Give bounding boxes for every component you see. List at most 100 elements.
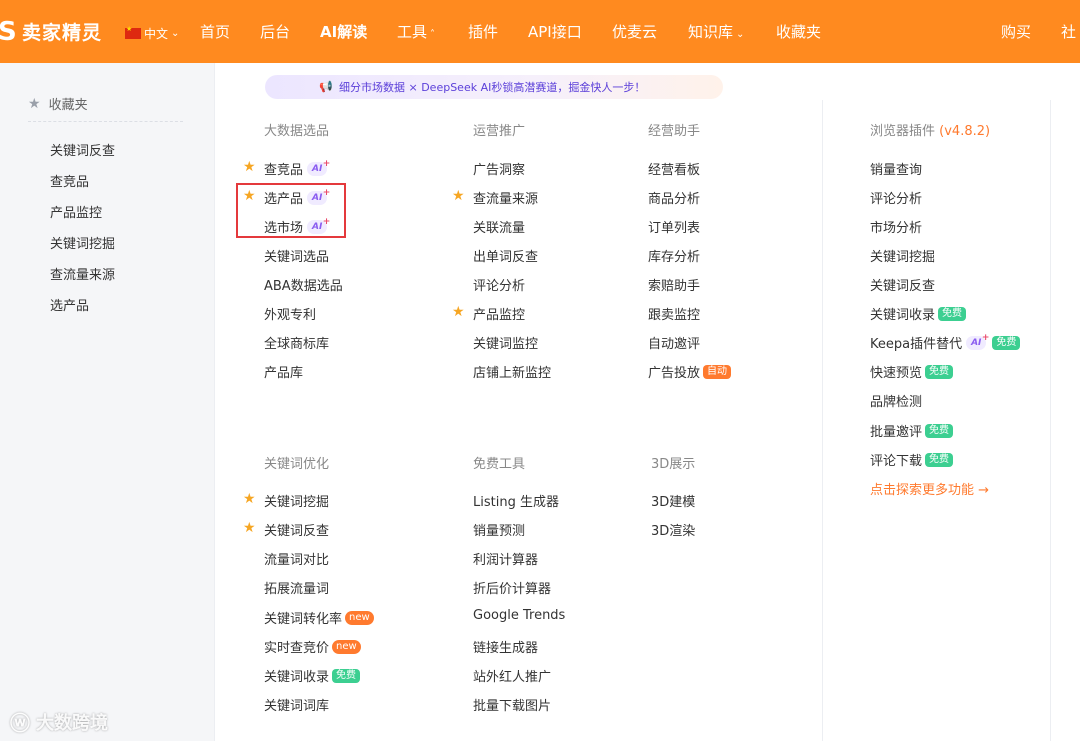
menu-item-review-analysis[interactable]: 评论分析 bbox=[473, 275, 525, 294]
menu-item-review-analysis[interactable]: 评论分析 bbox=[870, 188, 922, 207]
menu-item-label: 关键词反查 bbox=[870, 279, 936, 294]
sidebar-item-product-monitor[interactable]: 产品监控 bbox=[50, 202, 102, 221]
menu-item-keyword-select[interactable]: 关键词选品 bbox=[264, 246, 329, 265]
menu-item-label: 评论下载 bbox=[870, 454, 923, 469]
menu-item-traffic-compare[interactable]: 流量词对比 bbox=[264, 549, 329, 568]
menu-item-design-patent[interactable]: 外观专利 bbox=[264, 304, 316, 323]
menu-item-quick-preview[interactable]: 快速预览 免费 bbox=[870, 362, 954, 381]
menu-item-product-library[interactable]: 产品库 bbox=[264, 362, 303, 381]
chevron-down-icon: ⌄ bbox=[736, 29, 745, 40]
nav-api[interactable]: API接口 bbox=[528, 21, 582, 42]
menu-item-keyword-mining[interactable]: 关键词挖掘 bbox=[870, 246, 935, 265]
nav-buy[interactable]: 购买 bbox=[1001, 21, 1031, 42]
nav-plugins[interactable]: 插件 bbox=[468, 21, 498, 42]
menu-item-influencer[interactable]: 站外红人推广 bbox=[473, 666, 551, 685]
menu-item-label: 广告投放 bbox=[648, 366, 701, 381]
menu-item-keyword-index[interactable]: 关键词收录 免费 bbox=[264, 666, 361, 685]
menu-item-keyword-index[interactable]: 关键词收录 免费 bbox=[870, 304, 967, 323]
sidebar-item-competitor[interactable]: 查竞品 bbox=[50, 171, 89, 190]
menu-item-goods-analysis[interactable]: 商品分析 bbox=[648, 188, 700, 207]
logo-s-icon: S bbox=[0, 16, 17, 47]
menu-item-link-generator[interactable]: 链接生成器 bbox=[473, 637, 538, 656]
sidebar-item-keyword-reverse[interactable]: 关键词反查 bbox=[50, 140, 115, 159]
menu-item-market-analysis[interactable]: 市场分析 bbox=[870, 217, 922, 236]
menu-item-label: 利润计算器 bbox=[473, 553, 539, 568]
explore-more-link[interactable]: 点击探索更多功能 → bbox=[870, 479, 989, 498]
menu-item-store-new-monitor[interactable]: 店铺上新监控 bbox=[473, 362, 551, 381]
brand-logo[interactable]: S 卖家精灵 bbox=[0, 0, 102, 63]
nav-youmaiyun[interactable]: 优麦云 bbox=[612, 21, 657, 42]
menu-item-label: 3D渲染 bbox=[651, 524, 696, 539]
menu-item-review-download[interactable]: 评论下载 免费 bbox=[870, 450, 954, 469]
nav-ai-insight[interactable]: AI解读 bbox=[320, 21, 367, 42]
menu-item-order-keyword[interactable]: 出单词反查 bbox=[473, 246, 538, 265]
menu-item-product-monitor[interactable]: ★ 产品监控 bbox=[452, 304, 525, 323]
menu-item-label: 关键词监控 bbox=[473, 337, 539, 352]
menu-item-discount-calc[interactable]: 折后价计算器 bbox=[473, 578, 551, 597]
menu-item-keyword-mining[interactable]: ★ 关键词挖掘 bbox=[243, 491, 329, 510]
menu-item-trademark[interactable]: 全球商标库 bbox=[264, 333, 329, 352]
nav-tools-label: 工具 bbox=[397, 23, 428, 41]
menu-item-keyword-reverse[interactable]: ★ 关键词反查 bbox=[243, 520, 330, 539]
nav-community[interactable]: 社 bbox=[1061, 21, 1076, 42]
menu-item-keyword-conversion[interactable]: 关键词转化率 new bbox=[264, 608, 374, 627]
menu-item-hijack-monitor[interactable]: 跟卖监控 bbox=[648, 304, 700, 323]
menu-item-expand-traffic[interactable]: 拓展流量词 bbox=[264, 578, 329, 597]
sidebar-item-traffic-source[interactable]: 查流量来源 bbox=[50, 264, 115, 283]
menu-item-claims[interactable]: 索赔助手 bbox=[648, 275, 700, 294]
language-label: 中文 bbox=[144, 27, 169, 41]
section-title-free: 免费工具 bbox=[473, 457, 526, 472]
menu-item-label: 商品分析 bbox=[648, 192, 701, 207]
menu-item-keyword-reverse[interactable]: 关键词反查 bbox=[870, 275, 935, 294]
menu-item-inventory[interactable]: 库存分析 bbox=[648, 246, 700, 265]
nav-knowledge[interactable]: 知识库 ⌄ bbox=[688, 21, 744, 42]
menu-item-traffic-source[interactable]: ★ 查流量来源 bbox=[452, 188, 538, 207]
watermark: ⓦ 大数跨境 bbox=[10, 707, 108, 736]
menu-item-label: 关键词反查 bbox=[264, 524, 330, 539]
menu-item-google-trends[interactable]: Google Trends bbox=[473, 608, 565, 623]
menu-item-label: 库存分析 bbox=[648, 250, 701, 265]
menu-item-label: 店铺上新监控 bbox=[473, 366, 552, 381]
menu-item-related-traffic[interactable]: 关联流量 bbox=[473, 217, 525, 236]
menu-item-batch-download[interactable]: 批量下载图片 bbox=[473, 695, 551, 714]
menu-item-label: 关键词词库 bbox=[264, 699, 330, 714]
menu-item-competitor[interactable]: ★ 查竞品 AI bbox=[243, 157, 331, 179]
nav-home[interactable]: 首页 bbox=[200, 21, 230, 42]
sidebar-item-keyword-mining[interactable]: 关键词挖掘 bbox=[50, 233, 115, 252]
menu-item-sales-query[interactable]: 销量查询 bbox=[870, 159, 922, 178]
menu-item-keepa-alt[interactable]: Keepa插件替代AI免费 bbox=[870, 331, 1021, 352]
menu-item-ad-delivery[interactable]: 广告投放 自动 bbox=[648, 362, 732, 381]
menu-item-order-list[interactable]: 订单列表 bbox=[648, 217, 700, 236]
menu-item-label: 3D建模 bbox=[651, 495, 696, 510]
menu-item-aba[interactable]: ABA数据选品 bbox=[264, 275, 343, 294]
nav-favorites[interactable]: 收藏夹 bbox=[776, 21, 821, 42]
menu-item-label: 销量预测 bbox=[473, 524, 526, 539]
menu-item-label: 拓展流量词 bbox=[264, 582, 330, 597]
menu-item-label: 关键词转化率 bbox=[264, 612, 343, 627]
wechat-icon: ⓦ bbox=[10, 711, 30, 735]
free-badge: 免费 bbox=[925, 364, 954, 379]
menu-item-listing-generator[interactable]: Listing 生成器 bbox=[473, 491, 559, 510]
sidebar-item-select-product[interactable]: 选产品 bbox=[50, 295, 89, 314]
ai-badge: AI bbox=[307, 157, 331, 176]
menu-item-live-bid[interactable]: 实时查竞价 new bbox=[264, 637, 361, 656]
menu-item-sales-forecast[interactable]: 销量预测 bbox=[473, 520, 525, 539]
chevron-up-icon: ˄ bbox=[430, 29, 436, 40]
language-selector[interactable]: 中文 ⌄ bbox=[125, 25, 179, 42]
menu-item-brand-check[interactable]: 品牌检测 bbox=[870, 391, 922, 410]
menu-item-keyword-library[interactable]: 关键词词库 bbox=[264, 695, 329, 714]
nav-backend[interactable]: 后台 bbox=[260, 21, 290, 42]
menu-item-label: 市场分析 bbox=[870, 221, 923, 236]
menu-item-auto-review[interactable]: 自动邀评 bbox=[648, 333, 700, 352]
menu-item-batch-review[interactable]: 批量邀评 免费 bbox=[870, 421, 954, 440]
menu-item-dashboard[interactable]: 经营看板 bbox=[648, 159, 700, 178]
menu-item-ad-insight[interactable]: 广告洞察 bbox=[473, 159, 525, 178]
menu-item-3d-modeling[interactable]: 3D建模 bbox=[651, 491, 695, 510]
menu-item-profit-calc[interactable]: 利润计算器 bbox=[473, 549, 538, 568]
menu-item-keyword-monitor[interactable]: 关键词监控 bbox=[473, 333, 538, 352]
promo-banner[interactable]: 📢 细分市场数据 × DeepSeek AI秒锁高潜赛道，掘金快人一步！ bbox=[265, 75, 723, 99]
menu-item-label: 评论分析 bbox=[473, 279, 526, 294]
china-flag-icon bbox=[125, 25, 141, 39]
nav-tools[interactable]: 工具 ˄ bbox=[397, 21, 435, 42]
menu-item-3d-render[interactable]: 3D渲染 bbox=[651, 520, 695, 539]
